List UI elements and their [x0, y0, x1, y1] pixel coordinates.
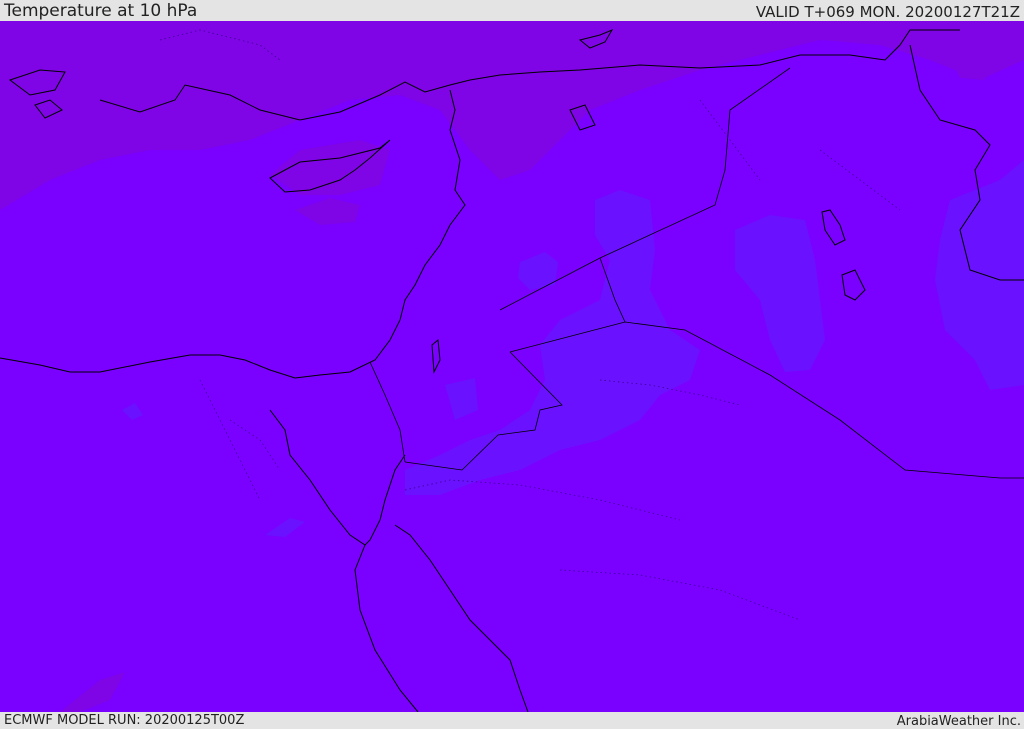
- header-bar: Temperature at 10 hPa VALID T+069 MON. 2…: [0, 0, 1024, 21]
- weather-map[interactable]: [0, 21, 1024, 712]
- credit-label: ArabiaWeather Inc.: [896, 714, 1021, 729]
- map-title: Temperature at 10 hPa: [4, 1, 198, 21]
- footer-bar: ECMWF MODEL RUN: 20200125T00Z ArabiaWeat…: [0, 712, 1024, 729]
- model-run-label: ECMWF MODEL RUN: 20200125T00Z: [4, 713, 245, 728]
- valid-time: VALID T+069 MON. 20200127T21Z: [755, 3, 1020, 21]
- map-canvas: [0, 21, 1024, 712]
